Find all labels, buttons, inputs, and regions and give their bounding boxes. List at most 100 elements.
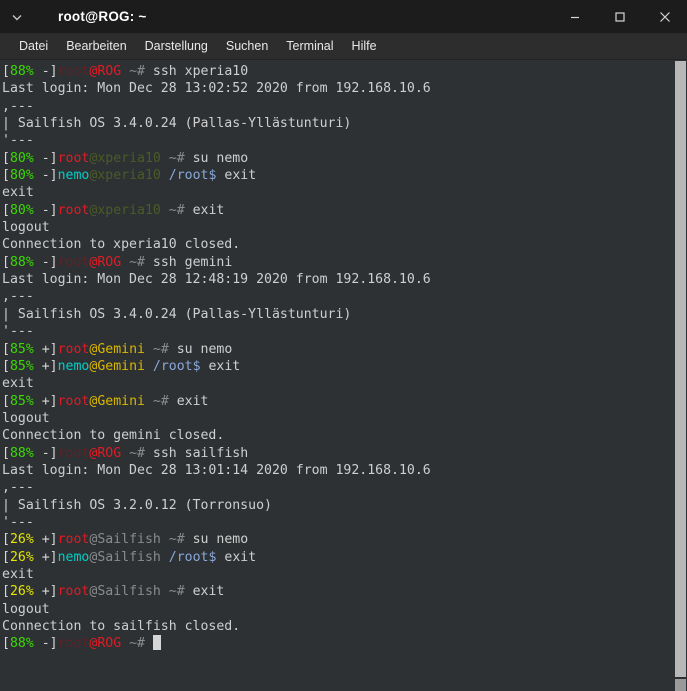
- prompt-user: root: [57, 202, 90, 218]
- menu-item-terminal[interactable]: Terminal: [277, 37, 342, 55]
- terminal-line: Connection to xperia10 closed.: [2, 236, 673, 253]
- terminal-text: Last login: Mon Dec 28 12:48:19 2020 fro…: [2, 272, 431, 288]
- terminal-line: | Sailfish OS 3.2.0.12 (Torronsuo): [2, 497, 673, 514]
- prompt-charge-state: -]: [33, 636, 58, 652]
- terminal-command: ssh xperia10: [152, 64, 249, 79]
- terminal-text: ,---: [2, 289, 34, 305]
- prompt-user: nemo: [57, 358, 90, 374]
- terminal-line: Connection to gemini closed.: [2, 427, 673, 444]
- battery-percent: 26%: [9, 532, 34, 548]
- prompt-charge-state: -]: [33, 445, 58, 461]
- menu-item-datei[interactable]: Datei: [10, 37, 57, 55]
- terminal-line: '---: [2, 323, 673, 340]
- terminal-line: logout: [2, 601, 673, 618]
- prompt-host: @ROG: [89, 254, 122, 270]
- terminal-line: [26% +]nemo@Sailfish /root$ exit: [2, 549, 673, 566]
- prompt-bracket: [: [2, 202, 10, 218]
- menu-item-darstellung[interactable]: Darstellung: [136, 37, 217, 55]
- scrollbar-footer[interactable]: [675, 679, 686, 691]
- terminal-line: [80% -]root@xperia10 ~# su nemo: [2, 150, 673, 167]
- prompt-user: nemo: [57, 549, 90, 565]
- terminal-line: exit: [2, 184, 673, 201]
- terminal-line: ,---: [2, 98, 673, 115]
- menu-item-hilfe[interactable]: Hilfe: [343, 37, 386, 55]
- battery-percent: 26%: [9, 549, 34, 565]
- prompt-host: @Sailfish: [89, 584, 161, 600]
- prompt-bracket: [: [2, 64, 10, 79]
- terminal-line: [26% +]root@Sailfish ~# su nemo: [2, 531, 673, 548]
- prompt-bracket: [: [2, 393, 10, 409]
- prompt-path: ~#: [121, 64, 153, 79]
- prompt-path: ~#: [160, 584, 193, 600]
- terminal-line: [88% -]root@ROG ~# ssh gemini: [2, 254, 673, 271]
- terminal-command: exit: [176, 393, 209, 409]
- terminal-window: root@ROG: ~ Datei Bearbeiten Darstellung…: [0, 0, 687, 691]
- terminal-line: Last login: Mon Dec 28 12:48:19 2020 fro…: [2, 271, 673, 288]
- prompt-host: @Gemini: [89, 393, 145, 409]
- close-button[interactable]: [642, 0, 687, 33]
- maximize-button[interactable]: [597, 0, 642, 33]
- terminal-line: [88% -]root@ROG ~# ssh sailfish: [2, 445, 673, 462]
- terminal-line: Connection to sailfish closed.: [2, 618, 673, 635]
- prompt-charge-state: -]: [33, 202, 58, 218]
- terminal-text: logout: [2, 220, 50, 236]
- prompt-user: root: [57, 341, 90, 357]
- prompt-path: ~#: [160, 532, 193, 548]
- terminal-text: ,---: [2, 98, 34, 114]
- battery-percent: 88%: [9, 445, 34, 461]
- battery-percent: 80%: [9, 150, 34, 166]
- prompt-path: /root$: [160, 549, 225, 565]
- terminal-line: [85% +]root@Gemini ~# exit: [2, 393, 673, 410]
- prompt-charge-state: +]: [33, 341, 58, 357]
- prompt-user: root: [57, 636, 90, 652]
- terminal-line: '---: [2, 132, 673, 149]
- battery-percent: 88%: [9, 254, 34, 270]
- terminal-text: Connection to xperia10 closed.: [2, 237, 241, 253]
- battery-percent: 85%: [9, 358, 34, 374]
- terminal-line: [88% -]root@ROG ~# ssh xperia10: [2, 63, 673, 80]
- terminal-line: exit: [2, 375, 673, 392]
- menubar: Datei Bearbeiten Darstellung Suchen Term…: [0, 33, 687, 60]
- terminal-text: '---: [2, 324, 34, 340]
- prompt-path: /root$: [144, 358, 209, 374]
- terminal-text: '---: [2, 133, 34, 149]
- terminal-text: exit: [2, 185, 34, 201]
- terminal-line: Last login: Mon Dec 28 13:01:14 2020 fro…: [2, 462, 673, 479]
- prompt-bracket: [: [2, 168, 10, 184]
- prompt-charge-state: +]: [33, 358, 58, 374]
- prompt-bracket: [: [2, 341, 10, 357]
- terminal-line: | Sailfish OS 3.4.0.24 (Pallas-Yllästunt…: [2, 306, 673, 323]
- menu-item-suchen[interactable]: Suchen: [217, 37, 277, 55]
- prompt-host: @ROG: [89, 64, 122, 79]
- prompt-user: nemo: [57, 168, 90, 184]
- menu-item-bearbeiten[interactable]: Bearbeiten: [57, 37, 135, 55]
- terminal-text: | Sailfish OS 3.4.0.24 (Pallas-Yllästunt…: [2, 116, 352, 132]
- prompt-host: @ROG: [89, 636, 122, 652]
- prompt-charge-state: +]: [33, 532, 58, 548]
- terminal-output[interactable]: [88% -]root@ROG ~# ssh xperia10 Last logi…: [0, 60, 673, 691]
- prompt-user: root: [57, 584, 90, 600]
- prompt-host: @Gemini: [89, 358, 145, 374]
- prompt-charge-state: -]: [33, 64, 58, 79]
- terminal-text: logout: [2, 410, 50, 426]
- battery-percent: 80%: [9, 168, 34, 184]
- window-controls: [552, 0, 687, 33]
- prompt-bracket: [: [2, 549, 10, 565]
- prompt-bracket: [: [2, 584, 10, 600]
- minimize-button[interactable]: [552, 0, 597, 33]
- terminal-command: exit: [208, 358, 241, 374]
- prompt-charge-state: -]: [33, 168, 58, 184]
- prompt-charge-state: -]: [33, 254, 58, 270]
- terminal-command: su nemo: [192, 150, 249, 166]
- prompt-path: ~#: [144, 393, 177, 409]
- prompt-path: ~#: [121, 254, 153, 270]
- terminal-text: Last login: Mon Dec 28 13:01:14 2020 fro…: [2, 462, 431, 478]
- prompt-user: root: [57, 393, 90, 409]
- scrollbar-thumb[interactable]: [675, 61, 686, 677]
- terminal-line: [26% +]root@Sailfish ~# exit: [2, 583, 673, 600]
- prompt-bracket: [: [2, 150, 10, 166]
- prompt-host: @ROG: [89, 445, 122, 461]
- terminal-text: '---: [2, 514, 34, 530]
- chevron-down-icon[interactable]: [0, 0, 34, 33]
- terminal-scrollbar[interactable]: [673, 60, 687, 691]
